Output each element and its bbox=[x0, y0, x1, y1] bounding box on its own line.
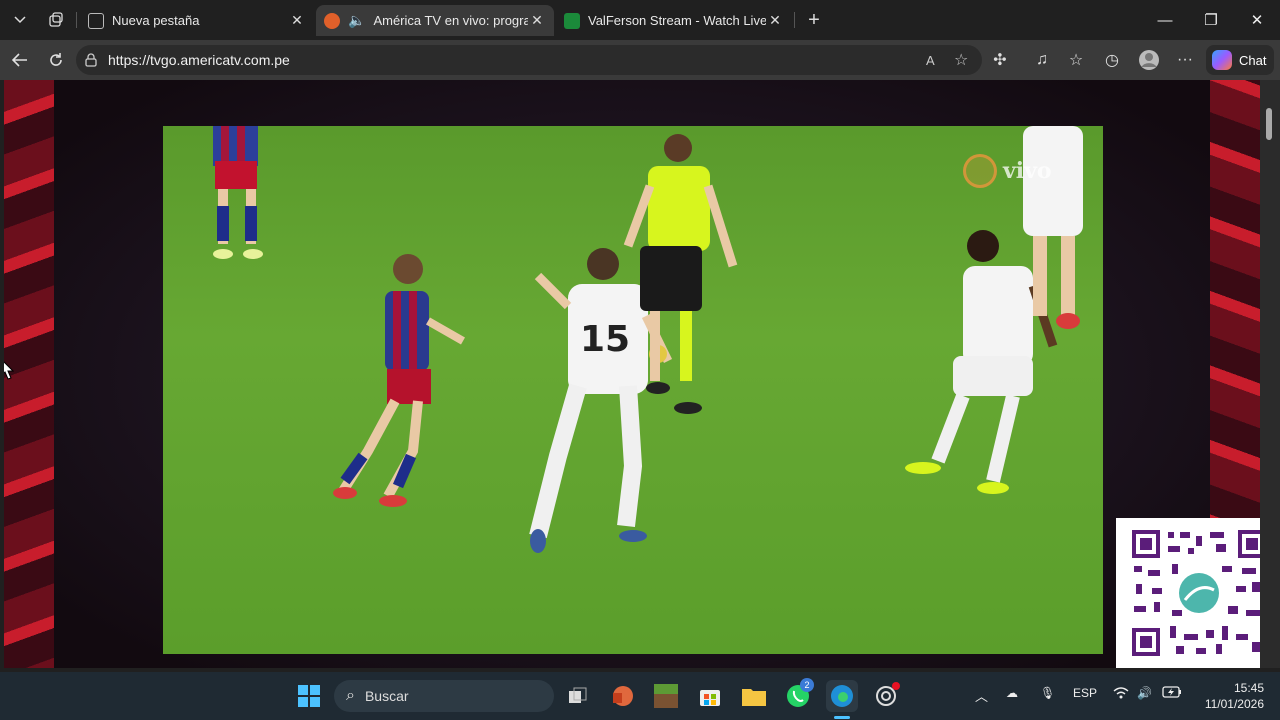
profile-avatar-icon[interactable] bbox=[1137, 48, 1161, 72]
close-window-button[interactable]: ✕ bbox=[1234, 0, 1280, 40]
kick-favicon-icon bbox=[564, 12, 580, 29]
tab-title: América TV en vivo: programa bbox=[373, 13, 528, 28]
clock-date: 11/01/2026 bbox=[1204, 697, 1264, 711]
tab-america-tv[interactable]: 🔈 América TV en vivo: programa ✕ bbox=[316, 5, 554, 36]
vivo-watermark: vivo bbox=[963, 154, 1052, 188]
copilot-chat-button[interactable]: Chat bbox=[1206, 45, 1274, 75]
barcelona-player-dribbling bbox=[333, 254, 465, 507]
browser-toolbar: https://tvgo.americatv.com.pe A ☆ ✣ ♫ ☆ … bbox=[0, 40, 1280, 80]
globe-logo-icon bbox=[963, 154, 997, 188]
whatsapp-unread-badge: 2 bbox=[800, 678, 814, 692]
search-placeholder: Buscar bbox=[364, 688, 409, 704]
notification-dot bbox=[892, 682, 900, 690]
tab-title: Nueva pestaña bbox=[112, 13, 200, 28]
microphone-icon[interactable]: 🎙 bbox=[1040, 686, 1055, 700]
more-options-icon[interactable]: ··· bbox=[1173, 48, 1197, 72]
windows-taskbar: ⌕ Buscar 2 ︿ ☁ 🎙 ESP 🔊 15:45 11/01/2026 bbox=[0, 672, 1280, 720]
whatsapp-icon[interactable]: 2 bbox=[782, 678, 814, 712]
clock-time: 15:45 bbox=[1233, 681, 1264, 695]
qr-code-image bbox=[1132, 530, 1266, 656]
task-view-icon[interactable] bbox=[562, 680, 594, 712]
live-video-player[interactable]: 15 vivo bbox=[163, 126, 1103, 654]
microsoft-store-icon[interactable] bbox=[694, 680, 726, 712]
taskbar-search-input[interactable]: ⌕ Buscar bbox=[334, 680, 554, 712]
close-tab-icon[interactable]: ✕ bbox=[766, 12, 784, 29]
volume-icon[interactable]: 🔊 bbox=[1137, 686, 1152, 700]
barcelona-player-background bbox=[213, 126, 263, 259]
start-windows-icon[interactable] bbox=[293, 680, 325, 712]
tab-bar: Nueva pestaña ✕ 🔈 América TV en vivo: pr… bbox=[0, 0, 1280, 40]
referee bbox=[623, 134, 738, 414]
close-tab-icon[interactable]: ✕ bbox=[528, 12, 546, 29]
page-scrollbar[interactable] bbox=[1260, 80, 1280, 668]
wifi-icon[interactable] bbox=[1113, 686, 1129, 703]
restore-button[interactable]: ❐ bbox=[1188, 0, 1234, 40]
media-control-icon[interactable]: ♫ bbox=[1030, 48, 1054, 72]
close-tab-icon[interactable]: ✕ bbox=[288, 12, 306, 29]
file-explorer-icon[interactable] bbox=[738, 680, 770, 712]
yape-qr-code bbox=[1116, 518, 1280, 668]
new-tab-icon bbox=[88, 12, 104, 29]
search-icon: ⌕ bbox=[346, 687, 355, 704]
site-info-lock-icon[interactable] bbox=[85, 53, 99, 67]
history-icon[interactable]: ◷ bbox=[1100, 48, 1124, 72]
extensions-puzzle-icon[interactable]: ✣ bbox=[988, 48, 1012, 72]
battery-charging-icon[interactable] bbox=[1162, 686, 1182, 701]
active-app-indicator bbox=[834, 716, 850, 719]
favorites-icon[interactable]: ☆ bbox=[1064, 48, 1088, 72]
input-language[interactable]: ESP bbox=[1073, 686, 1097, 700]
tab-new-tab[interactable]: Nueva pestaña ✕ bbox=[80, 5, 314, 36]
watermark-text: vivo bbox=[1003, 158, 1052, 184]
read-aloud-icon[interactable]: A bbox=[926, 53, 935, 68]
scrollbar-thumb[interactable] bbox=[1266, 108, 1272, 140]
new-tab-plus-icon[interactable]: + bbox=[800, 6, 828, 34]
globe-favicon-icon bbox=[324, 12, 340, 29]
refresh-icon[interactable] bbox=[44, 48, 68, 72]
speaker-icon[interactable]: 🔈 bbox=[348, 12, 365, 29]
onedrive-cloud-icon[interactable]: ☁ bbox=[1006, 686, 1018, 700]
favorite-star-icon[interactable]: ☆ bbox=[954, 50, 968, 70]
minimize-button[interactable]: — bbox=[1142, 0, 1188, 40]
show-hidden-icons-chevron-icon[interactable]: ︿ bbox=[975, 686, 988, 705]
chat-label: Chat bbox=[1239, 52, 1267, 68]
edge-browser-icon[interactable] bbox=[826, 680, 858, 712]
system-clock[interactable]: 15:45 11/01/2026 bbox=[1196, 680, 1264, 712]
minecraft-icon[interactable] bbox=[650, 680, 682, 712]
powerpoint-icon[interactable] bbox=[606, 680, 638, 712]
tab-valferson-stream[interactable]: ValFerson Stream - Watch Live on ✕ bbox=[556, 5, 792, 36]
address-bar[interactable]: https://tvgo.americatv.com.pe A ☆ bbox=[76, 45, 982, 75]
workspaces-icon[interactable] bbox=[42, 6, 70, 34]
mouse-cursor-icon bbox=[4, 361, 14, 380]
page-content: 15 vivo bbox=[4, 80, 1260, 668]
chatgpt-icon[interactable] bbox=[870, 680, 902, 712]
tab-title: ValFerson Stream - Watch Live on bbox=[588, 13, 766, 28]
copilot-icon bbox=[1212, 50, 1232, 70]
url-text[interactable]: https://tvgo.americatv.com.pe bbox=[108, 52, 290, 68]
back-arrow-icon[interactable] bbox=[8, 48, 32, 72]
tab-actions-chevron-icon[interactable] bbox=[6, 6, 34, 34]
